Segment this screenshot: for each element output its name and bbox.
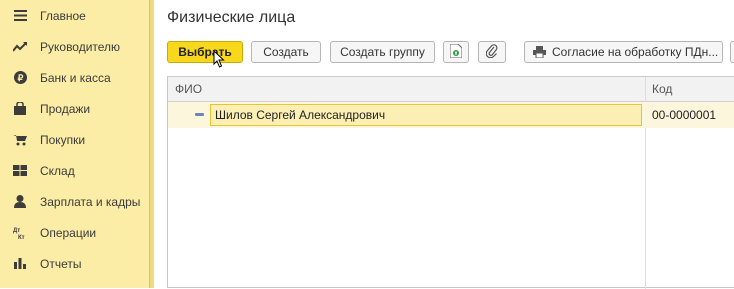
sidebar: Главное Руководителю ₽ Банк и касса Прод… (0, 0, 150, 288)
attachment-button[interactable] (478, 41, 506, 63)
cart-icon (13, 133, 27, 147)
create-group-button[interactable]: Создать группу (330, 41, 435, 63)
warehouse-icon (13, 164, 27, 178)
sidebar-item-label: Операции (40, 225, 97, 240)
operations-icon: Дт Кт (13, 226, 27, 240)
sidebar-item-operations[interactable]: Дт Кт Операции (0, 217, 150, 248)
sidebar-item-salary[interactable]: Зарплата и кадры (0, 186, 150, 217)
item-minus-icon (195, 113, 204, 116)
fio-cell[interactable]: Шилов Сергей Александрович (210, 104, 642, 126)
sidebar-item-label: Склад (40, 163, 75, 178)
sidebar-item-manager[interactable]: Руководителю (0, 31, 150, 62)
svg-text:Дт: Дт (13, 228, 20, 234)
select-button[interactable]: Выбрать (167, 41, 243, 63)
persons-table: ФИО Код Шилов Сергей Александрович 00-00… (167, 76, 734, 289)
bag-icon (13, 102, 27, 116)
column-header-code[interactable]: Код (652, 77, 672, 101)
sidebar-item-label: Главное (40, 8, 86, 23)
sidebar-item-reports[interactable]: Отчеты (0, 248, 150, 279)
svg-text:₽: ₽ (17, 73, 23, 83)
table-header: ФИО Код (168, 77, 734, 102)
consent-print-button[interactable]: Согласие на обработку ПДн... (524, 41, 723, 63)
printer-icon (533, 46, 546, 58)
more-button[interactable] (730, 41, 734, 63)
sidebar-item-bank[interactable]: ₽ Банк и касса (0, 62, 150, 93)
page-title: Физические лица (167, 9, 296, 26)
sidebar-item-purchases[interactable]: Покупки (0, 124, 150, 155)
sidebar-item-label: Продажи (40, 101, 91, 116)
mouse-cursor-icon (213, 49, 225, 71)
person-icon (13, 195, 27, 209)
sidebar-item-label: Зарплата и кадры (40, 194, 141, 209)
sidebar-item-label: Покупки (40, 132, 86, 147)
svg-text:Кт: Кт (18, 235, 25, 239)
document-save-icon (449, 43, 463, 61)
create-button[interactable]: Создать (251, 41, 321, 63)
sidebar-divider (150, 0, 154, 288)
sidebar-item-label: Банк и касса (40, 70, 111, 85)
code-cell[interactable]: 00-0000001 (652, 102, 716, 128)
trend-icon (13, 40, 27, 54)
save-file-button[interactable] (443, 41, 469, 63)
sidebar-item-label: Отчеты (40, 256, 82, 271)
paperclip-icon (485, 43, 498, 61)
consent-print-label: Согласие на обработку ПДн... (552, 45, 719, 59)
sidebar-item-main[interactable]: Главное (0, 0, 150, 31)
sidebar-item-label: Руководителю (40, 39, 121, 54)
menu-icon (13, 9, 27, 23)
sidebar-item-sales[interactable]: Продажи (0, 93, 150, 124)
coin-icon: ₽ (13, 71, 27, 85)
chart-icon (13, 257, 27, 271)
table-row[interactable]: Шилов Сергей Александрович 00-0000001 (168, 102, 734, 128)
column-header-fio[interactable]: ФИО (175, 77, 202, 101)
sidebar-item-warehouse[interactable]: Склад (0, 155, 150, 186)
